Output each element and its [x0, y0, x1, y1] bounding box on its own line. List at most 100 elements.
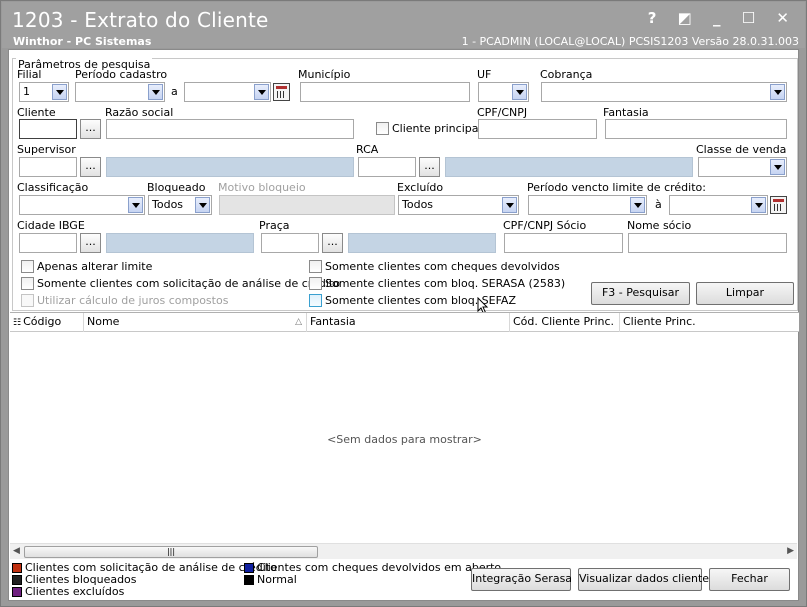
- chevron-down-icon: [751, 197, 766, 213]
- solicitacao-checkbox[interactable]: Somente clientes com solicitação de anál…: [21, 277, 340, 290]
- checkbox-box: [21, 294, 34, 307]
- chevron-down-icon: [512, 84, 527, 100]
- classe-venda-select[interactable]: [698, 157, 787, 177]
- bloqueado-select[interactable]: Todos: [148, 195, 212, 215]
- grid-column-nome[interactable]: Nome △: [84, 313, 307, 332]
- window-subtitle: Winthor - PC Sistemas: [13, 35, 152, 48]
- limpar-button[interactable]: Limpar: [696, 282, 794, 305]
- chevron-down-icon: [254, 84, 269, 100]
- filial-select[interactable]: 1: [19, 82, 69, 102]
- grid-column-cliente-princ[interactable]: Cliente Princ.: [620, 313, 799, 332]
- cliente-code-input[interactable]: [19, 119, 77, 139]
- cidade-code-input[interactable]: [19, 233, 77, 253]
- cidade-search-button[interactable]: ...: [80, 233, 101, 253]
- legend-swatch: [12, 575, 22, 585]
- motivo-input: [219, 195, 395, 215]
- razao-input[interactable]: [106, 119, 354, 139]
- municipio-input[interactable]: [300, 82, 470, 102]
- legend-swatch: [244, 575, 254, 585]
- integracao-serasa-button[interactable]: Integração Serasa: [471, 568, 572, 591]
- praca-name-display: [348, 233, 496, 253]
- client-area: Parâmetros de pesquisa Filial 1 Período …: [8, 49, 799, 601]
- cobranca-select[interactable]: [541, 82, 787, 102]
- title-bar[interactable]: 1203 - Extrato do Cliente Winthor - PC S…: [2, 2, 805, 48]
- chevron-down-icon: [630, 197, 645, 213]
- vencto-end-select[interactable]: [669, 195, 768, 215]
- cliente-search-button[interactable]: ...: [80, 119, 101, 139]
- legend-item: Clientes excluídos: [12, 585, 124, 598]
- fantasia-input[interactable]: [605, 119, 787, 139]
- uf-label: UF: [477, 68, 492, 81]
- chevron-down-icon: [148, 84, 163, 100]
- grid-menu-icon[interactable]: ☷: [13, 318, 21, 328]
- app-window: 1203 - Extrato do Cliente Winthor - PC S…: [0, 0, 807, 607]
- checkbox-box: [376, 122, 389, 135]
- supervisor-name-display: [106, 157, 354, 177]
- chevron-down-icon: [502, 197, 517, 213]
- municipio-label: Município: [298, 68, 351, 81]
- classificacao-select[interactable]: [19, 195, 145, 215]
- serasa-checkbox[interactable]: Somente clientes com bloq. SERASA (2583): [309, 277, 565, 290]
- periodo-start-select[interactable]: [75, 82, 165, 102]
- window-title: 1203 - Extrato do Cliente: [12, 8, 269, 32]
- legend-swatch: [12, 587, 22, 597]
- cheques-checkbox[interactable]: Somente clientes com cheques devolvidos: [309, 260, 560, 273]
- juros-label: Utilizar cálculo de juros compostos: [37, 294, 229, 307]
- vencto-start-select[interactable]: [528, 195, 647, 215]
- horizontal-scrollbar[interactable]: ◀ ||| ▶: [10, 543, 797, 559]
- checkbox-box: [309, 294, 322, 307]
- legend-label: Clientes excluídos: [25, 585, 125, 598]
- rca-code-input[interactable]: [358, 157, 416, 177]
- results-grid[interactable]: ☷ Código Nome △ Fantasia Cód. Cliente Prin…: [10, 312, 799, 559]
- checkbox-box: [21, 277, 34, 290]
- window-controls[interactable]: ? ◩ _ ☐ ✕: [648, 9, 797, 27]
- chevron-down-icon: [770, 84, 785, 100]
- cidade-label: Cidade IBGE: [17, 219, 85, 232]
- fechar-button[interactable]: Fechar: [709, 568, 790, 591]
- juros-checkbox: Utilizar cálculo de juros compostos: [21, 294, 228, 307]
- pesquisar-button[interactable]: F3 - Pesquisar: [591, 282, 690, 305]
- uf-select[interactable]: [478, 82, 529, 102]
- serasa-label: Somente clientes com bloq. SERASA (2583): [325, 277, 566, 290]
- rca-search-button[interactable]: ...: [419, 157, 440, 177]
- cpf-socio-input[interactable]: [504, 233, 623, 253]
- cliente-principal-label: Cliente principal: [392, 122, 482, 135]
- cliente-label: Cliente: [17, 106, 56, 119]
- visualizar-dados-button[interactable]: Visualizar dados cliente: [578, 568, 709, 591]
- grid-header: ☷ Código Nome △ Fantasia Cód. Cliente Prin…: [10, 313, 799, 332]
- sort-asc-icon: △: [295, 317, 302, 327]
- periodo-a-label: a: [171, 85, 178, 98]
- rca-label: RCA: [356, 143, 379, 156]
- cliente-principal-checkbox[interactable]: Cliente principal: [376, 122, 482, 135]
- scroll-left-icon[interactable]: ◀: [13, 546, 20, 556]
- cheques-label: Somente clientes com cheques devolvidos: [325, 260, 560, 273]
- periodo-end-select[interactable]: [184, 82, 271, 102]
- scrollbar-thumb[interactable]: |||: [24, 546, 318, 558]
- checkbox-box: [21, 260, 34, 273]
- supervisor-search-button[interactable]: ...: [80, 157, 101, 177]
- classe-venda-label: Classe de venda: [696, 143, 787, 156]
- filial-value: 1: [23, 85, 30, 98]
- grid-column-cod-cliente-princ[interactable]: Cód. Cliente Princ.: [510, 313, 620, 332]
- cpf-input[interactable]: [478, 119, 597, 139]
- praca-code-input[interactable]: [261, 233, 319, 253]
- grid-column-codigo-label: Código: [23, 315, 62, 328]
- grid-column-codigo[interactable]: ☷ Código: [10, 313, 84, 332]
- praca-search-button[interactable]: ...: [322, 233, 343, 253]
- supervisor-code-input[interactable]: [19, 157, 77, 177]
- nome-socio-input[interactable]: [628, 233, 787, 253]
- legend-label: Normal: [257, 573, 297, 586]
- calendar-icon[interactable]: [273, 83, 290, 101]
- scroll-right-icon[interactable]: ▶: [787, 546, 794, 556]
- vencto-a-label: à: [655, 198, 662, 211]
- motivo-label: Motivo bloqueio: [218, 181, 306, 194]
- filial-label: Filial: [17, 68, 42, 81]
- apenas-alterar-checkbox[interactable]: Apenas alterar limite: [21, 260, 152, 273]
- search-params-group: Parâmetros de pesquisa Filial 1 Período …: [12, 58, 798, 315]
- calendar-icon[interactable]: [770, 196, 787, 214]
- chevron-down-icon: [770, 159, 785, 175]
- excluido-select[interactable]: Todos: [398, 195, 519, 215]
- legend-item: Normal: [244, 573, 297, 586]
- solicitacao-label: Somente clientes com solicitação de anál…: [37, 277, 340, 290]
- grid-column-fantasia[interactable]: Fantasia: [307, 313, 510, 332]
